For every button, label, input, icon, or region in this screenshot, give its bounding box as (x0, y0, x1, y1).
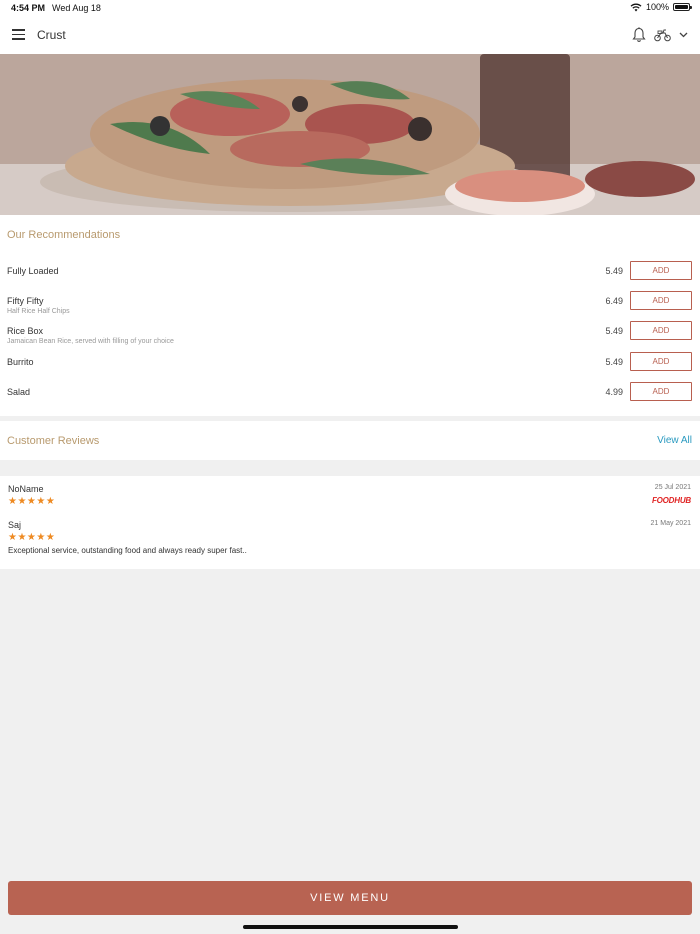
recommendation-item: Burrito 5.49 ADD (0, 352, 700, 387)
hero-food-image (0, 54, 700, 215)
app-screen: 4:54 PM Wed Aug 18 100% Crust Our Recomm… (0, 0, 700, 934)
status-bar: 4:54 PM Wed Aug 18 100% (0, 0, 700, 16)
status-time: 4:54 PM (11, 3, 46, 13)
menu-icon[interactable] (12, 29, 25, 40)
battery-icon (673, 3, 692, 11)
add-button[interactable]: ADD (630, 382, 692, 401)
add-button[interactable]: ADD (630, 352, 692, 371)
star-rating: ★★★★★ (8, 532, 56, 543)
review-date: 25 Jul 2021 (654, 484, 691, 491)
item-price: 4.99 (605, 387, 623, 397)
item-price: 6.49 (605, 296, 623, 306)
item-price: 5.49 (605, 357, 623, 367)
customer-reviews-header: Customer Reviews View All (0, 421, 700, 460)
item-name: Rice Box (7, 326, 44, 336)
reviewer-name: Saj (8, 520, 22, 530)
recommendations-title: Our Recommendations (7, 229, 121, 241)
star-rating: ★★★★★ (8, 496, 56, 507)
add-button[interactable]: ADD (630, 291, 692, 310)
item-name: Fully Loaded (7, 266, 59, 276)
food-illustration (0, 54, 700, 215)
item-description: Jamaican Bean Rice, served with filling … (7, 338, 174, 345)
item-price: 5.49 (605, 266, 623, 276)
recommendation-item: Fully Loaded 5.49 ADD (0, 261, 700, 296)
chevron-down-icon[interactable] (679, 30, 688, 39)
recommendation-item: Rice Box Jamaican Bean Rice, served with… (0, 321, 700, 356)
status-date: Wed Aug 18 (52, 3, 101, 13)
add-button[interactable]: ADD (630, 261, 692, 280)
item-name: Salad (7, 387, 31, 397)
page-title: Crust (37, 28, 66, 42)
reviews-list: NoName ★★★★★ 25 Jul 2021 FOODHUB Saj ★★★… (0, 476, 700, 569)
item-name: Fifty Fifty (7, 296, 44, 306)
top-nav: Crust (0, 16, 700, 54)
item-description: Half Rice Half Chips (7, 308, 70, 315)
item-name: Burrito (7, 357, 34, 367)
reviews-title: Customer Reviews (7, 435, 100, 447)
scooter-icon[interactable] (654, 28, 671, 42)
wifi-icon (630, 3, 642, 11)
view-menu-button[interactable]: VIEW MENU (8, 881, 692, 915)
add-button[interactable]: ADD (630, 321, 692, 340)
status-right: 100% (630, 2, 692, 12)
item-price: 5.49 (605, 326, 623, 336)
battery-percent: 100% (645, 2, 669, 12)
foodhub-logo: FOODHUB (651, 496, 691, 505)
recommendation-item: Fifty Fifty Half Rice Half Chips 6.49 AD… (0, 291, 700, 326)
recommendation-item: Salad 4.99 ADD (0, 382, 700, 417)
reviewer-name: NoName (8, 484, 44, 494)
bell-icon[interactable] (632, 27, 646, 43)
home-indicator (243, 925, 458, 929)
review-date: 21 May 2021 (650, 520, 691, 527)
review-text: Exceptional service, outstanding food an… (8, 546, 247, 555)
view-all-link[interactable]: View All (657, 435, 692, 446)
recommendations-section: Our Recommendations Fully Loaded 5.49 AD… (0, 215, 700, 416)
